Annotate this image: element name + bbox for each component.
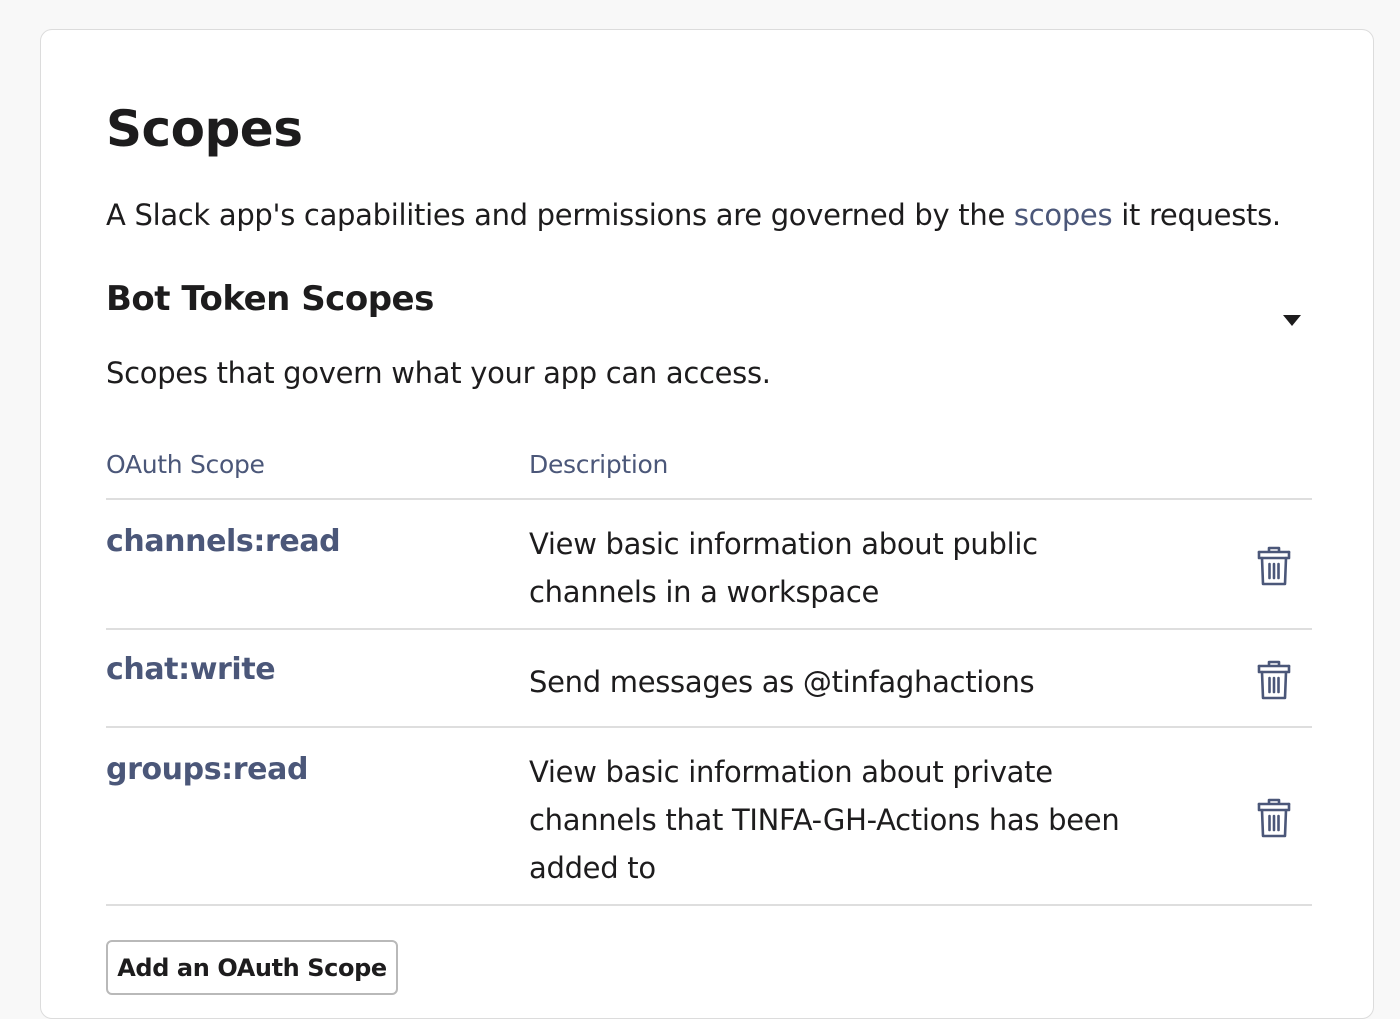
scopes-card: Scopes A Slack app's capabilities and pe… — [40, 29, 1374, 1019]
scopes-link[interactable]: scopes — [1014, 198, 1113, 232]
scope-name[interactable]: channels:read — [106, 522, 341, 562]
column-header-oauth-scope: OAuth Scope — [106, 450, 265, 479]
intro-text-before: A Slack app's capabilities and permissio… — [106, 198, 1014, 232]
scope-name[interactable]: chat:write — [106, 650, 276, 690]
bot-token-scopes-title: Bot Token Scopes — [106, 279, 434, 319]
caret-down-icon[interactable] — [1281, 312, 1303, 328]
trash-icon[interactable] — [1257, 546, 1291, 586]
intro-text: A Slack app's capabilities and permissio… — [106, 195, 1281, 235]
oauth-scopes-table: OAuth Scope Description channels:read Vi… — [106, 438, 1312, 906]
trash-icon[interactable] — [1257, 798, 1291, 838]
page-title: Scopes — [106, 100, 303, 158]
scope-description: View basic information about public chan… — [529, 527, 1038, 609]
table-row: chat:write Send messages as @tinfaghacti… — [106, 630, 1312, 728]
scope-name[interactable]: groups:read — [106, 750, 308, 790]
trash-icon[interactable] — [1257, 660, 1291, 700]
scope-description: View basic information about private cha… — [529, 755, 1120, 885]
column-header-description: Description — [529, 450, 669, 479]
table-header: OAuth Scope Description — [106, 438, 1312, 500]
table-row: channels:read View basic information abo… — [106, 500, 1312, 630]
add-oauth-scope-button[interactable]: Add an OAuth Scope — [106, 940, 398, 995]
bot-token-scopes-subtitle: Scopes that govern what your app can acc… — [106, 356, 771, 390]
scope-description: Send messages as @tinfaghactions — [529, 665, 1035, 699]
table-row: groups:read View basic information about… — [106, 728, 1312, 906]
intro-text-after: it requests. — [1112, 198, 1281, 232]
